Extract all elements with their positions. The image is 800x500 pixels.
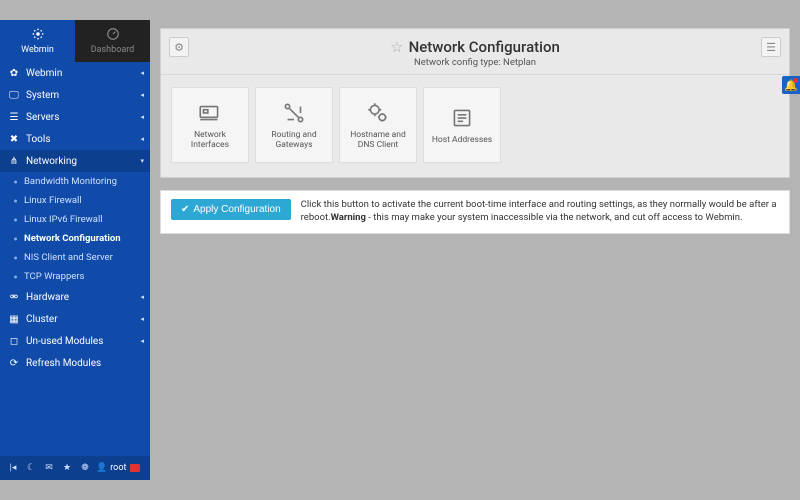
sidebar-sub-label: TCP Wrappers: [24, 271, 84, 282]
card-label: Routing and Gateways: [260, 130, 328, 150]
notification-dot-icon: [793, 78, 798, 83]
notifications-toggle[interactable]: 🔔: [782, 76, 800, 94]
card-hostname-dns[interactable]: Hostname and DNS Client: [339, 87, 417, 163]
chevron-left-icon: ◂: [140, 337, 144, 345]
apply-button-label: Apply Configuration: [193, 204, 280, 215]
logout-icon[interactable]: [130, 464, 140, 472]
user-icon: 👤: [96, 463, 107, 473]
check-circle-icon: ✔: [181, 204, 189, 215]
sidebar-item-label: Webmin: [26, 68, 62, 79]
refresh-icon: ⟳: [8, 357, 20, 369]
apply-warning-label: Warning: [331, 212, 366, 223]
star-icon[interactable]: ★: [60, 461, 74, 475]
sidebar-item-tools[interactable]: ✖ Tools ◂: [0, 128, 150, 150]
sidebar-sub-label: Bandwidth Monitoring: [24, 176, 117, 187]
sidebar-item-servers[interactable]: ☰ Servers ◂: [0, 106, 150, 128]
tab-webmin-label: Webmin: [21, 45, 54, 55]
favorite-star-icon[interactable]: ☆: [390, 38, 403, 56]
globe-icon[interactable]: ❁: [78, 461, 92, 475]
sidebar-item-unused[interactable]: ◻ Un-used Modules ◂: [0, 330, 150, 352]
plug-icon: ⚮: [8, 291, 20, 303]
apply-description: Click this button to activate the curren…: [301, 199, 779, 225]
sidebar-sub-tcp-wrappers[interactable]: TCP Wrappers: [0, 267, 150, 286]
chevron-left-icon: ◂: [140, 113, 144, 121]
sidebar-tabs: Webmin Dashboard: [0, 20, 150, 62]
sidebar-item-label: Servers: [26, 112, 59, 123]
card-host-addresses[interactable]: Host Addresses: [423, 87, 501, 163]
page-subtitle: Network config type: Netplan: [390, 57, 560, 68]
address-book-icon: [449, 105, 475, 131]
apply-panel: ✔ Apply Configuration Click this button …: [160, 190, 790, 234]
module-cards: Network Interfaces Routing and Gateways …: [161, 75, 789, 177]
apply-configuration-button[interactable]: ✔ Apply Configuration: [171, 199, 291, 220]
sidebar-item-refresh[interactable]: ⟳ Refresh Modules: [0, 352, 150, 374]
tab-dashboard-label: Dashboard: [91, 45, 135, 55]
routing-icon: [281, 100, 307, 126]
tab-dashboard[interactable]: Dashboard: [75, 20, 150, 62]
gear-icon: ⚙: [174, 41, 184, 54]
nic-icon: [197, 100, 223, 126]
sidebar-item-networking[interactable]: ⋔ Networking ▾: [0, 150, 150, 172]
sidebar-item-label: Un-used Modules: [26, 336, 103, 347]
sidebar-sub-nis[interactable]: NIS Client and Server: [0, 248, 150, 267]
card-label: Host Addresses: [432, 135, 492, 145]
monitor-icon: 🖵: [8, 89, 20, 101]
gauge-icon: [106, 27, 120, 44]
sidebar-sub-bandwidth[interactable]: Bandwidth Monitoring: [0, 172, 150, 191]
sidebar-sub-ipv6-firewall[interactable]: Linux IPv6 Firewall: [0, 210, 150, 229]
sidebar-nav: ✿ Webmin ◂ 🖵 System ◂ ☰ Servers ◂ ✖ Tool…: [0, 62, 150, 456]
list-view-button[interactable]: ☰: [761, 37, 781, 57]
chevron-down-icon: ▾: [140, 157, 144, 165]
mail-icon[interactable]: ✉: [42, 461, 56, 475]
list-icon: ☰: [766, 41, 776, 54]
card-routing-gateways[interactable]: Routing and Gateways: [255, 87, 333, 163]
sidebar-item-label: Networking: [26, 156, 77, 167]
sidebar-item-hardware[interactable]: ⚮ Hardware ◂: [0, 286, 150, 308]
sidebar-sub-network-config[interactable]: Network Configuration: [0, 229, 150, 248]
sidebar-item-label: Refresh Modules: [26, 358, 101, 369]
sidebar-sub-label: Linux Firewall: [24, 195, 82, 206]
sidebar-item-label: Cluster: [26, 314, 58, 325]
sidebar-item-webmin[interactable]: ✿ Webmin ◂: [0, 62, 150, 84]
grid-icon: ▦: [8, 313, 20, 325]
chevron-left-icon: ◂: [140, 293, 144, 301]
card-label: Hostname and DNS Client: [344, 130, 412, 150]
user-menu[interactable]: 👤 root: [96, 463, 126, 473]
sidebar-bottom-bar: |◂ ☾ ✉ ★ ❁ 👤 root: [0, 456, 150, 480]
sidebar-sub-label: Linux IPv6 Firewall: [24, 214, 103, 225]
sidebar-sub-firewall[interactable]: Linux Firewall: [0, 191, 150, 210]
webmin-logo-icon: [31, 27, 45, 44]
sidebar: Webmin Dashboard ✿ Webmin ◂ 🖵 System ◂: [0, 20, 150, 480]
wrench-icon: ✖: [8, 133, 20, 145]
sidebar-sub-label: NIS Client and Server: [24, 252, 113, 263]
user-label: root: [110, 463, 126, 473]
stack-icon: ☰: [8, 111, 20, 123]
gear-icon: ✿: [8, 67, 20, 79]
chevron-left-icon: ◂: [140, 135, 144, 143]
panel-header: ⚙ ☆ Network Configuration Network config…: [161, 29, 789, 75]
sidebar-item-label: Hardware: [26, 292, 69, 303]
module-panel: ⚙ ☆ Network Configuration Network config…: [160, 28, 790, 178]
main-content: ⚙ ☆ Network Configuration Network config…: [150, 20, 800, 480]
sidebar-item-label: Tools: [26, 134, 50, 145]
apply-text-post: - this may make your system inaccessible…: [366, 212, 743, 223]
collapse-icon[interactable]: |◂: [6, 461, 20, 475]
card-network-interfaces[interactable]: Network Interfaces: [171, 87, 249, 163]
card-label: Network Interfaces: [176, 130, 244, 150]
sidebar-sub-label: Network Configuration: [24, 233, 121, 244]
share-icon: ⋔: [8, 155, 20, 167]
night-mode-icon[interactable]: ☾: [24, 461, 38, 475]
chevron-left-icon: ◂: [140, 315, 144, 323]
page-title: ☆ Network Configuration: [390, 38, 560, 56]
module-config-button[interactable]: ⚙: [169, 37, 189, 57]
sidebar-item-system[interactable]: 🖵 System ◂: [0, 84, 150, 106]
tab-webmin[interactable]: Webmin: [0, 20, 75, 62]
box-icon: ◻: [8, 335, 20, 347]
page-title-text: Network Configuration: [409, 38, 560, 56]
sidebar-item-cluster[interactable]: ▦ Cluster ◂: [0, 308, 150, 330]
chevron-left-icon: ◂: [140, 69, 144, 77]
sidebar-item-label: System: [26, 90, 59, 101]
gears-icon: [365, 100, 391, 126]
chevron-left-icon: ◂: [140, 91, 144, 99]
